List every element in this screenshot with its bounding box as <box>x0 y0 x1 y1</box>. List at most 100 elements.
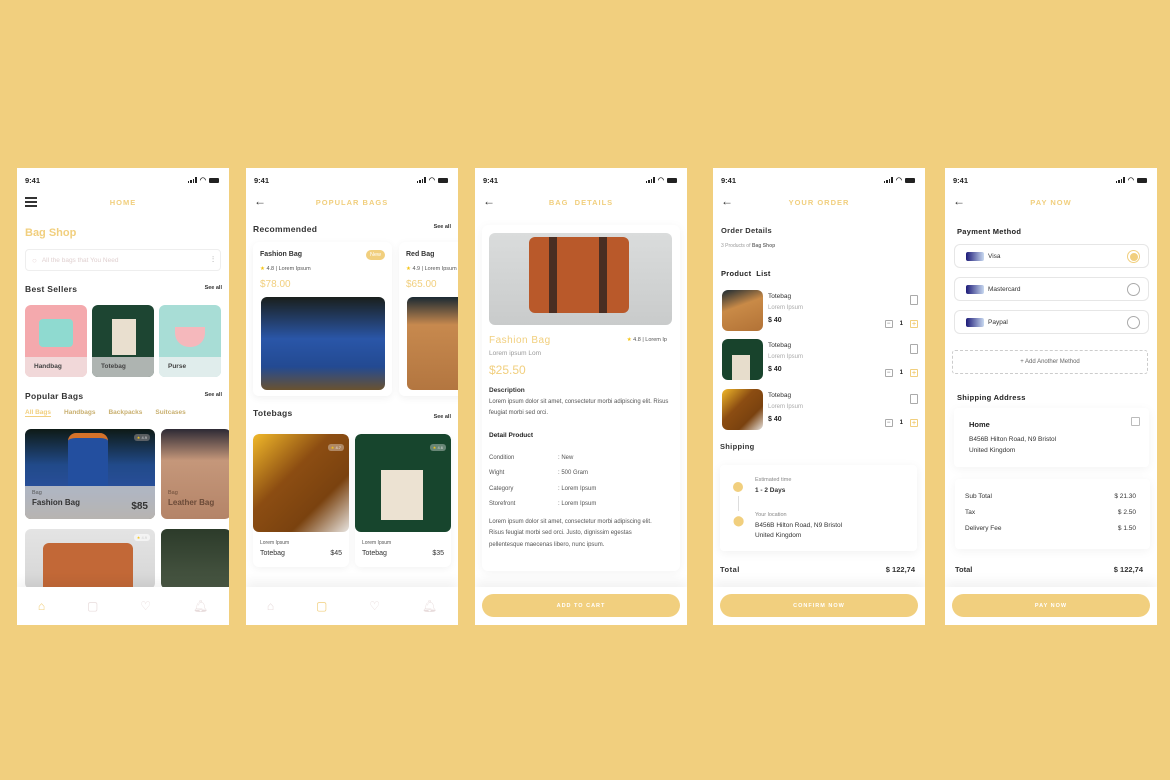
pay-now-button[interactable]: PAY NOW <box>952 594 1150 617</box>
minus-icon[interactable]: − <box>884 320 893 328</box>
summary-row: Tax $ 2.50 <box>965 509 1136 516</box>
card-name: Totebag <box>362 550 387 557</box>
popular-bag-card[interactable]: ★ 4.9 Bag Fashion Bag $85 <box>25 429 155 519</box>
product-subtitle: Lorem ipsum Lom <box>489 350 542 357</box>
recommended-card[interactable]: Fashion Bag New ★ 4.8 | Lorem Ipsum $78.… <box>253 242 392 396</box>
section-title-totebags: Totebags <box>253 408 293 418</box>
minus-icon[interactable]: − <box>884 419 893 427</box>
home-icon[interactable]: ⌂ <box>38 599 45 613</box>
spec-list: Condition: New Wight: 500 Gram Category:… <box>489 455 670 516</box>
spec-row: Condition: New <box>489 455 574 461</box>
trash-icon[interactable] <box>910 394 918 404</box>
address-line2: United Kingdom <box>969 447 1016 454</box>
heart-icon[interactable]: ♡ <box>369 599 380 613</box>
spec-row: Storefront: Lorem Ipsum <box>489 500 597 507</box>
signal-icon <box>883 177 893 183</box>
heart-icon[interactable]: ♡ <box>140 599 151 613</box>
wifi-icon: ◠ <box>895 177 902 184</box>
product-sub: Lorem Ipsum <box>768 305 804 311</box>
tab-all-bags[interactable]: All Bags <box>25 409 52 417</box>
payment-option-mastercard[interactable]: Mastercard <box>954 277 1149 301</box>
bottom-nav: ⌂ ▢ ♡ 🔔︎ <box>17 587 229 625</box>
battery-icon <box>1137 177 1147 183</box>
rating-badge: ★ 4.6 <box>429 444 446 451</box>
bag-icon[interactable]: ▢ <box>87 599 98 613</box>
signal-icon <box>416 177 426 183</box>
recommended-card[interactable]: Red Bag ★ 4.9 | Lorem Ipsum $65.00 <box>399 242 458 396</box>
popular-bag-card[interactable]: ★ 4.9 <box>25 529 155 589</box>
total-value: $ 122,74 <box>885 565 915 574</box>
add-to-cart-button[interactable]: ADD TO CART <box>482 594 680 617</box>
bag-details-screen: 9:41 ◠ ← BAG DETAILS Fashion Bag ★ 4.8 |… <box>475 168 687 625</box>
search-input[interactable]: All the bags that You Need <box>42 257 207 264</box>
search-icon: ○ <box>32 255 37 265</box>
see-all-popular[interactable]: See all <box>205 392 222 398</box>
wifi-icon: ◠ <box>428 177 435 184</box>
bell-icon[interactable]: 🔔︎ <box>193 599 208 613</box>
total-label: Total <box>720 565 740 574</box>
card-category: Bag <box>168 490 178 496</box>
purse-image <box>175 327 205 347</box>
bell-icon[interactable]: 🔔︎ <box>422 599 437 613</box>
quantity-stepper: − 1 + <box>884 419 918 427</box>
search-bar[interactable]: ○ All the bags that You Need ⫶ <box>25 249 221 271</box>
best-seller-label: Purse <box>159 357 221 377</box>
plus-icon[interactable]: + <box>910 369 918 377</box>
totebag-card[interactable]: ★ 4.7 Lorem Ipsum Totebag $45 <box>253 434 349 567</box>
card-name: Red Bag <box>406 251 435 258</box>
card-icon <box>966 318 984 327</box>
product-price: $ 40 <box>768 366 782 373</box>
price-summary: Sub Total $ 21.30 Tax $ 2.50 Delivery Fee $… <box>955 479 1150 549</box>
long-description: Lorem ipsum dolor sit amet, consectetur … <box>489 519 652 548</box>
wifi-icon: ◠ <box>199 177 206 184</box>
see-all-best-sellers[interactable]: See all <box>205 285 222 291</box>
wifi-icon: ◠ <box>657 177 664 184</box>
tab-suitcases[interactable]: Suitcases <box>155 409 185 417</box>
radio-unselected[interactable] <box>1127 283 1140 296</box>
best-seller-card[interactable]: Purse <box>159 305 221 377</box>
minus-icon[interactable]: − <box>884 369 893 377</box>
edit-icon[interactable] <box>1131 417 1140 426</box>
star-icon: ★ <box>626 337 632 343</box>
payment-option-paypal[interactable]: Paypal <box>954 310 1149 334</box>
estimated-time-value: 1 - 2 Days <box>755 487 786 494</box>
tab-handbags[interactable]: Handbags <box>64 409 95 417</box>
see-all-totebags[interactable]: See all <box>434 414 451 420</box>
shipping-address-title: Shipping Address <box>957 393 1026 402</box>
radio-selected[interactable] <box>1127 250 1140 263</box>
signal-icon <box>187 177 197 183</box>
add-another-method-button[interactable]: + Add Another Method <box>952 350 1148 374</box>
product-sub: Lorem Ipsum <box>768 404 804 410</box>
new-badge: New <box>365 250 385 260</box>
see-all-recommended[interactable]: See all <box>434 224 451 230</box>
payment-option-visa[interactable]: Visa <box>954 244 1149 268</box>
page-title: HOME <box>109 198 137 207</box>
confirm-now-button[interactable]: CONFIRM NOW <box>720 594 918 617</box>
plus-icon[interactable]: + <box>910 320 918 328</box>
filter-icon[interactable]: ⫶ <box>212 255 214 265</box>
status-bar: 9:41 ◠ <box>254 175 448 185</box>
rating-badge: ★ 4.9 <box>133 534 150 541</box>
home-icon[interactable]: ⌂ <box>267 599 274 613</box>
status-bar: 9:41 ◠ <box>953 175 1147 185</box>
totebag-card[interactable]: ★ 4.6 Lorem Ipsum Totebag $35 <box>355 434 451 567</box>
radio-unselected[interactable] <box>1127 316 1140 329</box>
plus-icon[interactable]: + <box>910 419 918 427</box>
trash-icon[interactable] <box>910 344 918 354</box>
popular-bag-card[interactable]: Bag Leather Bag <box>161 429 229 519</box>
card-price: $85 <box>131 501 148 512</box>
popular-bag-card[interactable] <box>161 529 229 589</box>
address-name: Home <box>969 420 990 429</box>
card-sub: Lorem Ipsum <box>260 540 290 546</box>
pay-now-screen: 9:41 ◠ ← PAY NOW Payment Method Visa Mas… <box>945 168 1157 625</box>
trash-icon[interactable] <box>910 295 918 305</box>
bag-icon[interactable]: ▢ <box>316 599 327 613</box>
signal-icon <box>645 177 655 183</box>
location-label: Your location <box>755 512 787 518</box>
card-rating: 4.9 | Lorem Ipsum <box>412 266 457 272</box>
tab-backpacks[interactable]: Backpacks <box>108 409 142 417</box>
card-icon <box>966 252 984 261</box>
best-seller-card[interactable]: Handbag <box>25 305 87 377</box>
quantity-stepper: − 1 + <box>884 369 918 377</box>
best-seller-card[interactable]: Totebag <box>92 305 154 377</box>
